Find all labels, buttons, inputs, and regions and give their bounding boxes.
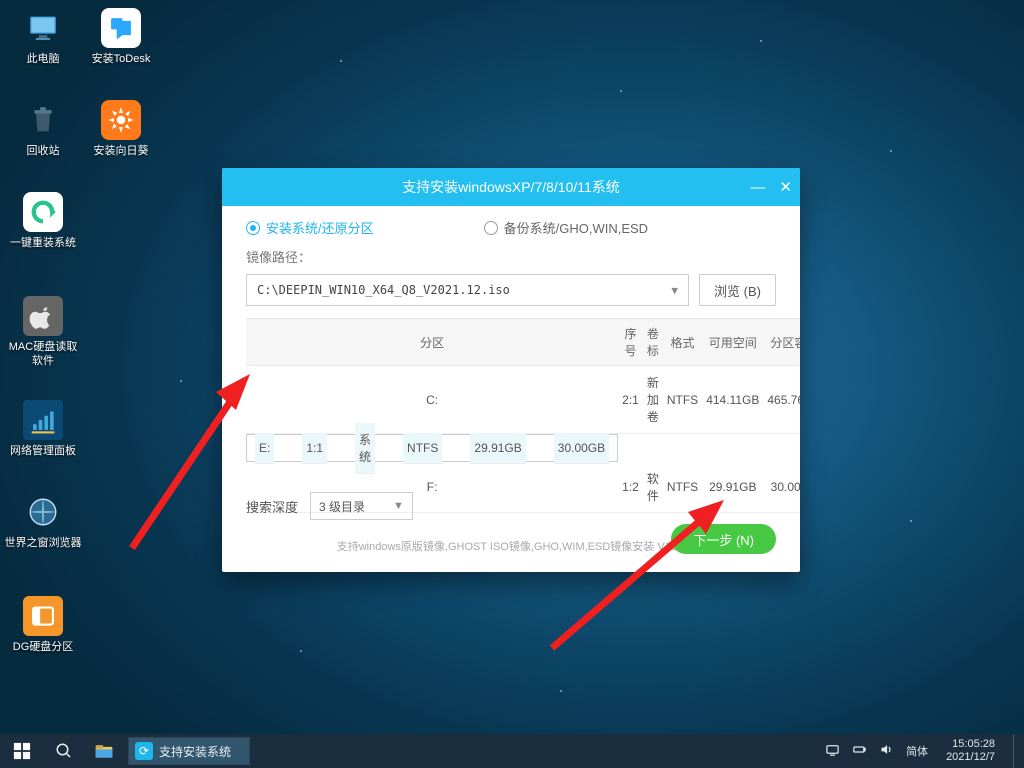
search-depth-select[interactable]: 3 级目录 ▼ [310, 492, 413, 520]
radio-icon [246, 221, 260, 235]
tray-clock[interactable]: 15:05:28 2021/12/7 [940, 738, 1001, 764]
close-button[interactable]: ✕ [779, 178, 792, 196]
installer-window: 支持安装windowsXP/7/8/10/11系统 — ✕ 安装系统/还原分区 … [222, 168, 800, 572]
tray-battery-icon[interactable] [852, 742, 867, 760]
col-label: 卷标 [643, 319, 663, 366]
taskbar-app-installer[interactable]: ⟳ 支持安装系统 [128, 737, 250, 765]
desktop-icon-label: 安装向日葵 [94, 145, 149, 157]
desktop-icon-label: DG硬盘分区 [13, 641, 74, 653]
table-row[interactable]: E:1:1系统NTFS29.91GB30.00GB [246, 434, 618, 462]
partition-table: 分区 序号 卷标 格式 可用空间 分区容量 C:2:1新加卷NTFS414.11… [246, 318, 800, 513]
desktop-icon-theworld-browser[interactable]: 世界之窗浏览器 [4, 492, 82, 550]
col-total: 分区容量 [763, 319, 800, 366]
desktop-icon-sunflower[interactable]: 安装向日葵 [82, 100, 160, 158]
tab-install-restore[interactable]: 安装系统/还原分区 [246, 218, 374, 237]
app-icon: ⟳ [135, 742, 153, 760]
desktop-icon-reinstall[interactable]: 一键重装系统 [4, 192, 82, 250]
tray-network-icon[interactable] [825, 742, 840, 760]
image-path-label: 镜像路径： [246, 247, 776, 266]
show-desktop-button[interactable] [1013, 734, 1020, 768]
desktop-icon-mac-disk[interactable]: MAC硬盘读取软件 [4, 296, 82, 368]
taskbar-search-icon[interactable] [44, 734, 84, 768]
col-partition: 分区 [246, 319, 618, 366]
tray-ime[interactable]: 简体 [906, 743, 928, 759]
tray-date: 2021/12/7 [946, 751, 995, 764]
desktop-icon-label: 一键重装系统 [10, 237, 76, 249]
desktop-icon-label: 此电脑 [27, 53, 60, 65]
radio-icon [484, 221, 498, 235]
desktop-icon-label: 世界之窗浏览器 [5, 537, 82, 549]
window-title: 支持安装windowsXP/7/8/10/11系统 [402, 177, 620, 197]
desktop-icon-label: 网络管理面板 [10, 445, 76, 457]
desktop-icon-this-pc[interactable]: 此电脑 [4, 8, 82, 66]
chevron-down-icon: ▼ [671, 284, 678, 297]
col-index: 序号 [618, 319, 643, 366]
desktop-icon-diskgenius[interactable]: DG硬盘分区 [4, 596, 82, 654]
titlebar[interactable]: 支持安装windowsXP/7/8/10/11系统 — ✕ [222, 168, 800, 206]
minimize-button[interactable]: — [750, 179, 765, 196]
tab-label: 安装系统/还原分区 [266, 218, 374, 237]
taskbar-app-label: 支持安装系统 [159, 743, 231, 760]
table-row[interactable]: C:2:1新加卷NTFS414.11GB465.76GB [246, 366, 800, 434]
tab-backup[interactable]: 备份系统/GHO,WIN,ESD [484, 218, 648, 237]
start-button[interactable] [0, 734, 44, 768]
desktop-icon-recycle-bin[interactable]: 回收站 [4, 100, 82, 158]
tray-time: 15:05:28 [946, 738, 995, 751]
desktop-icon-label: 安装ToDesk [92, 53, 151, 65]
browse-button[interactable]: 浏览 (B) [699, 274, 776, 306]
desktop-icon-todesk[interactable]: 安装ToDesk [82, 8, 160, 66]
col-format: 格式 [663, 319, 702, 366]
image-path-combo[interactable]: C:\DEEPIN_WIN10_X64_Q8_V2021.12.iso ▼ [246, 274, 689, 306]
next-button[interactable]: 下一步 (N) [671, 524, 776, 554]
desktop-icon-label: 回收站 [27, 145, 60, 157]
taskbar: ⟳ 支持安装系统 简体 15:05:28 2021/12/7 [0, 734, 1024, 768]
desktop-icon-network-panel[interactable]: 网络管理面板 [4, 400, 82, 458]
desktop-icon-label: MAC硬盘读取软件 [9, 341, 77, 367]
tray-volume-icon[interactable] [879, 742, 894, 760]
image-path-value: C:\DEEPIN_WIN10_X64_Q8_V2021.12.iso [257, 283, 510, 297]
taskbar-explorer-icon[interactable] [84, 734, 124, 768]
search-depth-label: 搜索深度 [246, 497, 298, 516]
search-depth-value: 3 级目录 [319, 498, 365, 515]
tab-label: 备份系统/GHO,WIN,ESD [504, 218, 648, 237]
chevron-down-icon: ▼ [393, 500, 404, 512]
col-free: 可用空间 [702, 319, 763, 366]
